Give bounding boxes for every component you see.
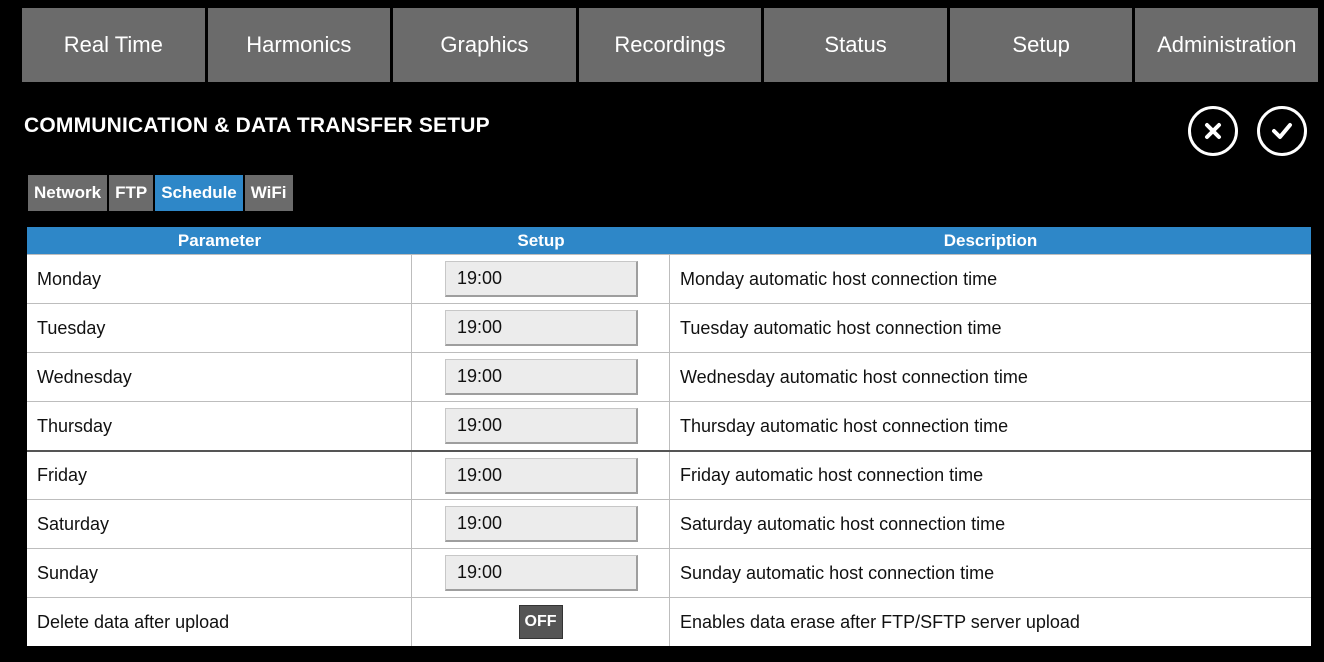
setup-cell <box>412 402 670 450</box>
table-row: Friday Friday automatic host connection … <box>27 450 1311 499</box>
parameter-label: Saturday <box>27 500 412 548</box>
table-row: Sunday Sunday automatic host connection … <box>27 548 1311 597</box>
page: Real Time Harmonics Graphics Recordings … <box>0 0 1324 662</box>
confirm-button[interactable] <box>1257 106 1307 156</box>
table-row: Tuesday Tuesday automatic host connectio… <box>27 303 1311 352</box>
setup-cell: OFF <box>412 598 670 646</box>
nav-tab-setup[interactable]: Setup <box>949 8 1133 82</box>
nav-tab-graphics[interactable]: Graphics <box>393 8 576 82</box>
table-row: Wednesday Wednesday automatic host conne… <box>27 352 1311 401</box>
nav-tab-real-time[interactable]: Real Time <box>22 8 205 82</box>
setup-cell <box>412 255 670 303</box>
table-row: Monday Monday automatic host connection … <box>27 254 1311 303</box>
subtab-network[interactable]: Network <box>28 175 108 211</box>
subtab-wifi[interactable]: WiFi <box>244 175 293 211</box>
table-row: Saturday Saturday automatic host connect… <box>27 499 1311 548</box>
monday-time-input[interactable] <box>445 261 638 297</box>
description-text: Thursday automatic host connection time <box>680 415 1009 436</box>
table-header: Parameter Setup Description <box>27 227 1311 254</box>
description-text: Monday automatic host connection time <box>680 268 998 289</box>
table-row: Thursday Thursday automatic host connect… <box>27 401 1311 450</box>
nav-tab-harmonics[interactable]: Harmonics <box>207 8 391 82</box>
description-text: Saturday automatic host connection time <box>680 513 1006 534</box>
nav-tab-status[interactable]: Status <box>764 8 947 82</box>
setup-cell <box>412 304 670 352</box>
sunday-time-input[interactable] <box>445 555 638 591</box>
tuesday-time-input[interactable] <box>445 310 638 346</box>
parameter-label: Delete data after upload <box>27 598 412 646</box>
column-header-parameter: Parameter <box>177 230 262 250</box>
description-text: Enables data erase after FTP/SFTP server… <box>680 611 1080 632</box>
checkmark-icon <box>1272 123 1292 139</box>
cancel-button[interactable] <box>1188 106 1238 156</box>
page-title: COMMUNICATION & DATA TRANSFER SETUP <box>24 114 490 137</box>
description-text: Friday automatic host connection time <box>680 465 984 485</box>
parameter-label: Wednesday <box>27 353 412 401</box>
schedule-table: Parameter Setup Description Monday Monda… <box>27 227 1311 646</box>
setup-cell <box>412 500 670 548</box>
close-icon <box>1205 123 1221 139</box>
setup-cell <box>412 452 670 499</box>
delete-after-upload-toggle[interactable]: OFF <box>518 605 563 639</box>
nav-tab-recordings[interactable]: Recordings <box>578 8 762 82</box>
setup-cell <box>412 353 670 401</box>
subtab-ftp[interactable]: FTP <box>109 175 154 211</box>
column-header-setup: Setup <box>517 230 565 250</box>
top-navigation: Real Time Harmonics Graphics Recordings … <box>22 8 1319 82</box>
description-text: Wednesday automatic host connection time <box>680 366 1028 387</box>
nav-tab-administration[interactable]: Administration <box>1135 8 1319 82</box>
subtab-schedule[interactable]: Schedule <box>155 175 243 211</box>
parameter-label: Thursday <box>27 402 412 450</box>
description-text: Sunday automatic host connection time <box>680 562 995 583</box>
saturday-time-input[interactable] <box>445 506 638 542</box>
friday-time-input[interactable] <box>445 457 638 494</box>
parameter-label: Tuesday <box>27 304 412 352</box>
parameter-label: Sunday <box>27 549 412 597</box>
setup-cell <box>412 549 670 597</box>
description-text: Tuesday automatic host connection time <box>680 317 1002 338</box>
parameter-label: Friday <box>27 452 412 499</box>
sub-tabs: Network FTP Schedule WiFi <box>28 175 293 211</box>
thursday-time-input[interactable] <box>445 408 638 444</box>
table-row: Delete data after upload OFF Enables dat… <box>27 597 1311 646</box>
wednesday-time-input[interactable] <box>445 359 638 395</box>
column-header-description: Description <box>943 230 1038 250</box>
parameter-label: Monday <box>27 255 412 303</box>
